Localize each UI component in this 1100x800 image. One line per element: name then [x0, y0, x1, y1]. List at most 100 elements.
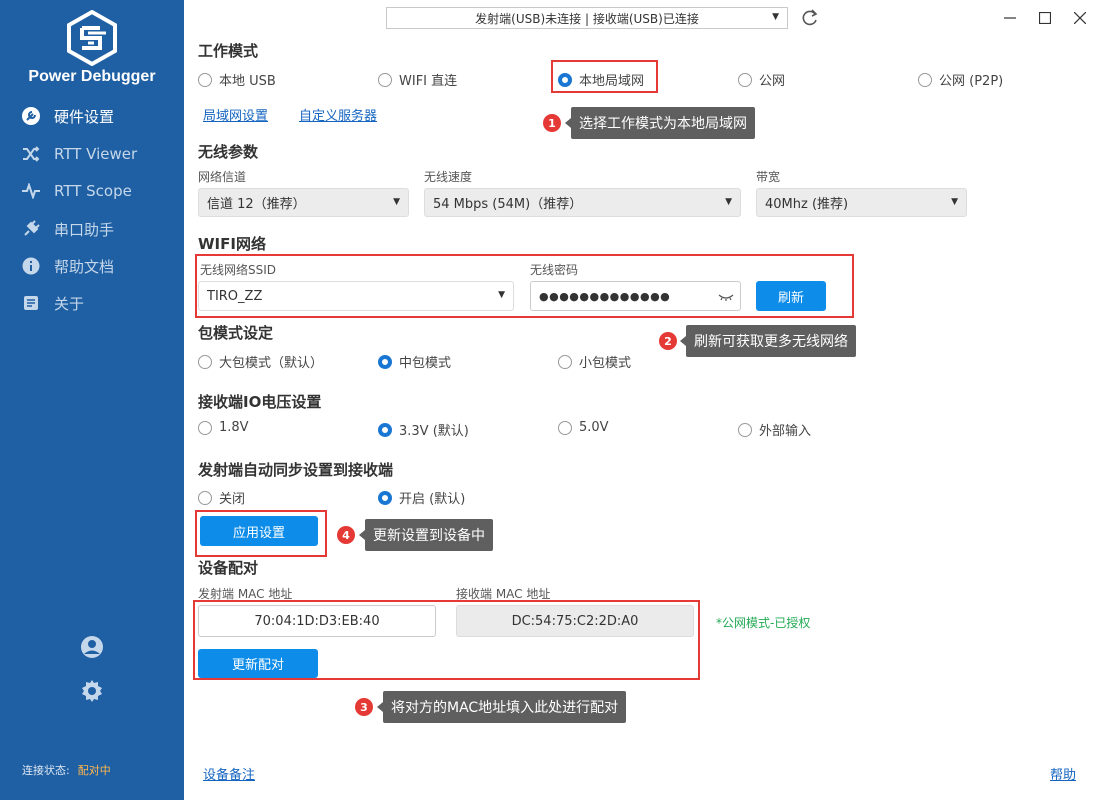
nav-item-about[interactable]: 关于 [0, 286, 184, 320]
radio-voltage-external[interactable]: 外部输入 [738, 420, 811, 439]
nav-item-serial-assistant[interactable]: 串口助手 [0, 212, 184, 246]
user-icon[interactable] [80, 635, 104, 659]
wifi-network-title: WIFI网络 [198, 235, 266, 253]
chevron-down-icon: ▼ [725, 197, 732, 207]
annotation-badge-2: 2 [659, 332, 677, 350]
radio-label: 本地 USB [219, 74, 276, 89]
radio-dot [198, 72, 212, 87]
radio-label: 5.0V [579, 420, 609, 435]
radio-voltage-5v0[interactable]: 5.0V [558, 420, 609, 435]
radio-label: WIFI 直连 [399, 74, 458, 89]
radio-label: 关闭 [219, 492, 246, 507]
device-status-select[interactable]: 发射端(USB)未连接 | 接收端(USB)已连接 ▼ [386, 7, 788, 29]
annotation-callout-2: 刷新可获取更多无线网络 [680, 325, 856, 357]
radio-label: 外部输入 [759, 424, 812, 439]
radio-dot [738, 422, 752, 437]
annotation-callout-4: 更新设置到设备中 [359, 519, 493, 551]
gear-icon[interactable] [80, 679, 104, 703]
radio-large-packet[interactable]: 大包模式（默认） [198, 352, 323, 371]
chevron-down-icon: ▼ [951, 197, 958, 207]
plug-icon [20, 218, 42, 240]
highlight-box-1 [551, 60, 658, 93]
highlight-box-3 [193, 600, 700, 680]
connection-status: 连接状态: 配对中 [22, 762, 111, 778]
pulse-icon [20, 180, 42, 202]
connection-status-value: 配对中 [77, 764, 111, 777]
radio-dot [378, 72, 392, 87]
radio-label: 公网 [759, 74, 786, 89]
radio-dot [738, 72, 752, 87]
radio-wifi-direct[interactable]: WIFI 直连 [378, 70, 457, 89]
minimize-button[interactable] [1000, 8, 1020, 28]
radio-dot [198, 420, 212, 435]
radio-dot [198, 354, 212, 369]
radio-medium-packet[interactable]: 中包模式 [378, 352, 451, 371]
document-icon [20, 292, 42, 314]
radio-dot [198, 490, 212, 505]
sidebar: Power Debugger 硬件设置 RTT Viewer RTT Scope… [0, 0, 184, 800]
refresh-icon[interactable] [800, 8, 820, 28]
io-voltage-title: 接收端IO电压设置 [198, 393, 322, 411]
work-mode-title: 工作模式 [198, 42, 259, 60]
highlight-box-4 [195, 510, 327, 557]
wireless-params-title: 无线参数 [198, 143, 259, 161]
bandwidth-label: 带宽 [756, 170, 781, 184]
radio-label: 3.3V (默认) [399, 424, 469, 439]
shuffle-icon [20, 143, 42, 165]
lan-settings-link[interactable]: 局域网设置 [203, 105, 268, 124]
nav-item-hardware-settings[interactable]: 硬件设置 [0, 99, 184, 133]
auto-sync-title: 发射端自动同步设置到接收端 [198, 461, 394, 479]
nav-item-rtt-viewer[interactable]: RTT Viewer [0, 137, 184, 171]
annotation-badge-4: 4 [337, 526, 355, 544]
radio-dot [378, 422, 392, 437]
nav-label: RTT Scope [54, 182, 132, 200]
device-note-link[interactable]: 设备备注 [203, 764, 255, 783]
nav-item-help-docs[interactable]: 帮助文档 [0, 249, 184, 283]
annotation-callout-1: 选择工作模式为本地局域网 [565, 107, 755, 139]
nav-label: 关于 [54, 294, 85, 313]
radio-label: 小包模式 [579, 356, 632, 371]
radio-voltage-3v3[interactable]: 3.3V (默认) [378, 420, 469, 439]
device-status-text: 发射端(USB)未连接 | 接收端(USB)已连接 [475, 11, 699, 26]
highlight-box-2 [195, 254, 854, 318]
radio-label: 中包模式 [399, 356, 452, 371]
chevron-down-icon: ▼ [772, 12, 779, 22]
radio-dot [378, 490, 392, 505]
channel-select[interactable]: 信道 12（推荐） ▼ [198, 188, 409, 217]
radio-dot [378, 354, 392, 369]
app-title: Power Debugger [28, 68, 156, 85]
bandwidth-select[interactable]: 40Mhz (推荐) ▼ [756, 188, 967, 217]
pairing-title: 设备配对 [198, 559, 259, 577]
nav-item-rtt-scope[interactable]: RTT Scope [0, 174, 184, 208]
radio-label: 大包模式（默认） [219, 356, 324, 371]
close-button[interactable] [1070, 8, 1090, 28]
radio-voltage-1v8[interactable]: 1.8V [198, 420, 249, 435]
license-status: *公网模式-已授权 [716, 616, 811, 630]
chevron-down-icon: ▼ [393, 197, 400, 207]
speed-value: 54 Mbps (54M)（推荐） [433, 197, 583, 212]
app-logo-icon [67, 10, 117, 66]
radio-small-packet[interactable]: 小包模式 [558, 352, 631, 371]
radio-sync-off[interactable]: 关闭 [198, 488, 245, 507]
radio-dot [918, 72, 932, 87]
custom-server-link[interactable]: 自定义服务器 [299, 105, 377, 124]
radio-sync-on[interactable]: 开启 (默认) [378, 488, 465, 507]
help-link[interactable]: 帮助 [1050, 764, 1076, 783]
radio-dot [558, 420, 572, 435]
annotation-badge-3: 3 [355, 698, 373, 716]
nav-label: 硬件设置 [54, 107, 115, 126]
info-icon [20, 255, 42, 277]
maximize-button[interactable] [1035, 8, 1055, 28]
nav-label: RTT Viewer [54, 145, 138, 163]
speed-select[interactable]: 54 Mbps (54M)（推荐） ▼ [424, 188, 741, 217]
annotation-callout-3: 将对方的MAC地址填入此处进行配对 [376, 691, 627, 723]
radio-label: 1.8V [219, 420, 249, 435]
nav-label: 串口助手 [54, 220, 115, 239]
radio-label: 开启 (默认) [399, 492, 466, 507]
radio-local-usb[interactable]: 本地 USB [198, 70, 276, 89]
radio-public-network[interactable]: 公网 [738, 70, 785, 89]
radio-public-p2p[interactable]: 公网 (P2P) [918, 70, 1003, 89]
annotation-badge-1: 1 [543, 114, 561, 132]
packet-mode-title: 包模式设定 [198, 324, 274, 342]
radio-label: 公网 (P2P) [939, 74, 1004, 89]
